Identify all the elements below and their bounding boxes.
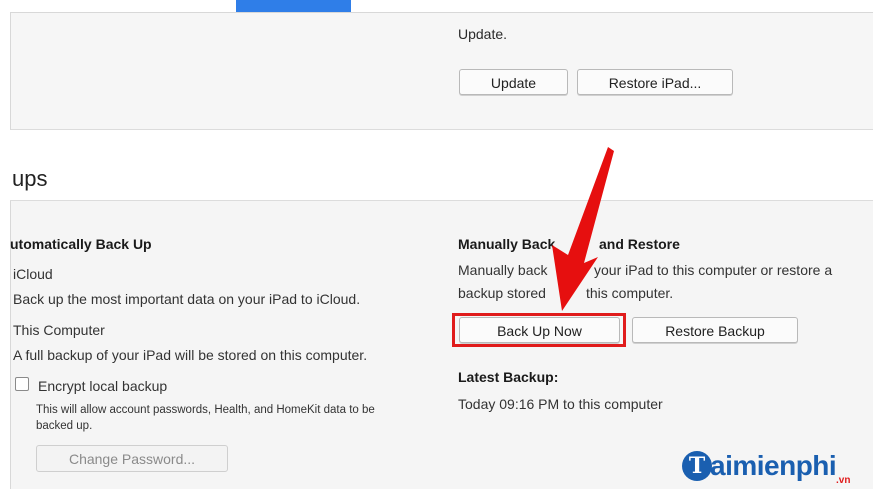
icloud-option[interactable]: iCloud <box>13 266 53 282</box>
encrypt-backup-label[interactable]: Encrypt local backup <box>38 378 167 394</box>
window-top-strip <box>0 0 873 12</box>
encrypt-description-line1: This will allow account passwords, Healt… <box>36 404 375 416</box>
logo-text: aimienphi <box>710 450 837 481</box>
restore-backup-button[interactable]: Restore Backup <box>632 317 798 343</box>
manual-desc-line1-part2: your iPad to this computer or restore a <box>594 262 833 278</box>
encrypt-backup-checkbox[interactable] <box>15 377 29 391</box>
logo-letter-icon: T <box>682 451 712 481</box>
this-computer-option[interactable]: This Computer <box>13 322 105 338</box>
highlight-box <box>452 313 626 347</box>
logo-suffix: .vn <box>836 475 851 486</box>
update-description: Update. <box>458 26 508 42</box>
latest-backup-value: Today 09:16 PM to this computer <box>458 396 663 412</box>
watermark-logo: T aimienphi <box>682 443 837 481</box>
red-arrow-icon <box>552 147 614 311</box>
auto-backup-heading: utomatically Back Up <box>10 236 152 252</box>
this-computer-description: A full backup of your iPad will be store… <box>13 347 368 363</box>
backups-title: ups <box>12 166 48 191</box>
backups-header <box>10 130 873 201</box>
change-password-button[interactable]: Change Password... <box>36 445 228 472</box>
restore-ipad-button[interactable]: Restore iPad... <box>577 69 733 95</box>
software-section <box>10 12 873 130</box>
manual-desc-line2-part1: backup stored <box>458 285 546 301</box>
encrypt-description-line2: backed up. <box>36 420 93 432</box>
manual-desc-line1-part1: Manually back <box>458 262 548 278</box>
latest-backup-heading: Latest Backup: <box>458 369 559 385</box>
icloud-description: Back up the most important data on your … <box>13 291 361 307</box>
update-button[interactable]: Update <box>459 69 568 95</box>
